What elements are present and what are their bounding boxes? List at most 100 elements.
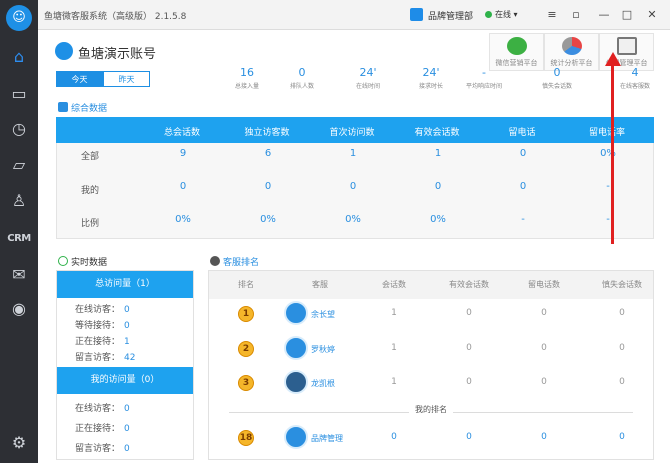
table-cell: 0: [466, 432, 472, 442]
table-cell: 0%: [600, 148, 616, 159]
settings-gear-icon[interactable]: ⚙: [0, 428, 38, 458]
rank-number: 3: [238, 375, 254, 391]
avatar: [284, 425, 308, 449]
stat-label: 慎失会话数: [541, 83, 572, 90]
table-cell: 1: [391, 308, 397, 318]
realtime-label: 留言访客：: [75, 353, 121, 363]
table-cell: 1: [391, 343, 397, 353]
realtime-row: 等待接待： 0: [75, 318, 130, 331]
stat-value: -: [482, 66, 486, 79]
realtime-value: 1: [124, 337, 130, 347]
annotation-arrow: [611, 60, 614, 244]
col-header: 总会话数: [163, 128, 200, 138]
account-name: 鱼塘演示账号: [78, 47, 157, 62]
home-icon[interactable]: ⌂: [0, 42, 38, 72]
rank-medal: 18: [233, 430, 259, 448]
minimize-button[interactable]: —: [596, 7, 612, 23]
stat-label: 接求时长: [418, 83, 443, 90]
agent-name[interactable]: 罗秋婷: [311, 344, 335, 355]
realtime-value: 42: [124, 353, 136, 363]
table-cell: 0: [619, 432, 625, 442]
title-bar: 鱼塘微客服系统（高级版） 2.1.5.8 品牌管理部 在线 ▾ ≡ ▫ — □ …: [38, 0, 670, 30]
contacts-icon[interactable]: ♙: [0, 186, 38, 216]
stat-value: 24': [422, 66, 440, 79]
table-cell: -: [606, 181, 610, 192]
stat-value: 0: [298, 66, 306, 79]
my-visits-header: 我的访问量（0）: [57, 367, 193, 394]
table-cell: 9: [179, 148, 187, 159]
realtime-label: 正在接待：: [75, 337, 121, 347]
user-name[interactable]: 品牌管理部: [428, 9, 473, 22]
stat-value: 0: [553, 66, 561, 79]
stat-avg-response: - 平均响应时间: [454, 66, 514, 90]
col-header: 慎失会话数: [602, 280, 642, 289]
my-rank-divider: 我的排名: [209, 404, 653, 420]
table-cell: 0: [619, 308, 625, 318]
tab-yesterday[interactable]: 昨天: [103, 71, 150, 87]
chat-icon[interactable]: ▭: [0, 79, 38, 109]
summary-title-label: 综合数据: [71, 104, 108, 114]
table-cell: 6: [264, 148, 272, 159]
stat-queue: 0 排队人数: [272, 66, 332, 90]
mini-mode-icon[interactable]: ▫: [568, 7, 584, 23]
row-label: 我的: [81, 186, 100, 196]
realtime-label: 在线访客：: [75, 305, 121, 315]
table-cell: 0: [466, 343, 472, 353]
table-cell: 0: [179, 181, 187, 192]
account-icon: [55, 42, 73, 60]
realtime-row: 正在接待： 0: [75, 421, 130, 434]
online-dot-icon: [485, 11, 492, 18]
realtime-row: 留言访客： 0: [75, 441, 130, 454]
status-selector[interactable]: 在线 ▾: [485, 9, 518, 20]
status-label: 在线: [495, 10, 511, 19]
realtime-label: 等待接待：: [75, 321, 121, 331]
realtime-value: 0: [124, 444, 130, 454]
agent-name[interactable]: 龙凯根: [311, 378, 335, 389]
agent-name[interactable]: 余长望: [311, 309, 335, 320]
table-cell: 0: [466, 377, 472, 387]
realtime-value: 0: [124, 404, 130, 414]
row-label: 比例: [81, 219, 100, 229]
annotation-arrow-head: [605, 52, 621, 66]
app-title: 鱼塘微客服系统（高级版） 2.1.5.8: [44, 12, 187, 22]
table-cell: -: [606, 214, 610, 225]
realtime-row: 在线访客： 0: [75, 302, 130, 315]
user-avatar: [410, 8, 423, 21]
col-header: 有效会话数: [449, 280, 489, 289]
stat-lost-sessions: 0 慎失会话数: [527, 66, 587, 90]
close-button[interactable]: ✕: [644, 7, 660, 23]
rank-medal: 1: [233, 306, 259, 324]
col-header: 独立访客数: [244, 128, 290, 138]
calendar-icon: [58, 102, 68, 112]
stat-online-time: 24' 在线时间: [338, 66, 398, 90]
messages-icon[interactable]: ▱: [0, 150, 38, 180]
col-header: 留电话数: [528, 280, 560, 289]
realtime-value: 0: [124, 321, 130, 331]
crm-icon[interactable]: CRM: [0, 224, 38, 254]
avatar: [284, 370, 308, 394]
stat-value: 16: [240, 66, 254, 79]
my-rank-label: 我的排名: [415, 405, 447, 414]
stat-service-time: 24' 接求时长: [401, 66, 461, 90]
table-cell: 0: [619, 343, 625, 353]
account-header: 鱼塘演示账号 微信营销平台 统计分析平台 公司管理平台: [38, 30, 670, 71]
table-cell: 0: [519, 148, 527, 159]
stat-label: 在线时间: [355, 83, 380, 90]
tab-today[interactable]: 今天: [56, 71, 103, 87]
monitor-icon[interactable]: ◉: [0, 294, 38, 324]
maximize-button[interactable]: □: [619, 7, 635, 23]
menu-icon[interactable]: ≡: [544, 7, 560, 23]
table-cell: 1: [349, 148, 357, 159]
stat-label: 在线客服数: [619, 83, 650, 90]
table-cell: 0: [264, 181, 272, 192]
table-cell: 0: [349, 181, 357, 192]
mail-icon[interactable]: ✉: [0, 260, 38, 290]
ranking-panel: 排名 客服 会话数 有效会话数 留电话数 慎失会话数 1 余长望 1 0 0 0…: [208, 270, 654, 460]
history-clock-icon[interactable]: ◷: [0, 114, 38, 144]
agent-name[interactable]: 品牌管理: [311, 433, 343, 444]
col-header: 会话数: [382, 280, 406, 289]
summary-table-body: 全部 9 6 1 1 0 0% 我的 0 0 0 0 0 - 比例 0% 0% …: [56, 143, 654, 239]
total-visits-header: 总访问量（1）: [57, 271, 193, 298]
table-cell: 0%: [345, 214, 361, 225]
col-header: 客服: [312, 280, 328, 289]
